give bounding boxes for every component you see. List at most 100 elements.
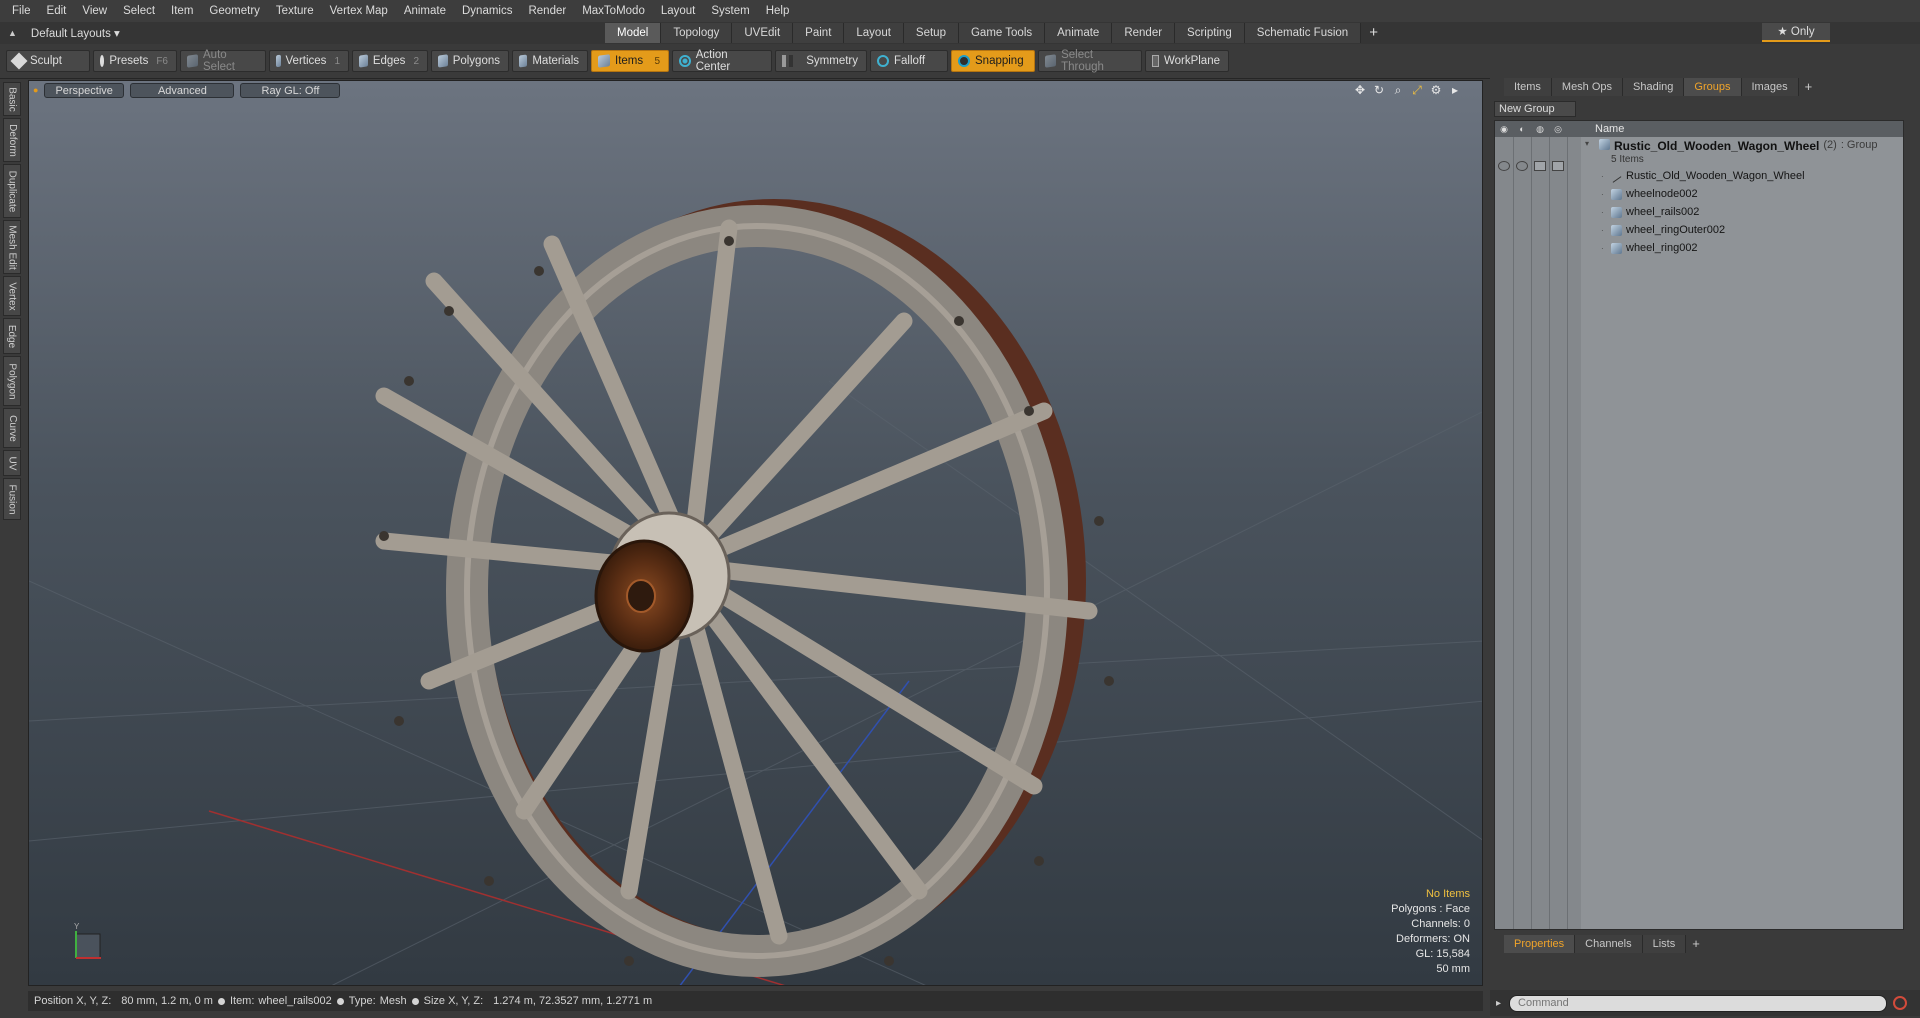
lock-column-icon[interactable]: ◍ bbox=[1531, 122, 1549, 136]
group-item-count: 5 Items bbox=[1611, 154, 1644, 165]
tab-uvedit[interactable]: UVEdit bbox=[732, 23, 794, 43]
group-row[interactable]: ▾ Rustic_Old_Wooden_Wagon_Wheel (2) : Gr… bbox=[1581, 137, 1903, 167]
expand-arrow-icon[interactable]: ▾ bbox=[1585, 139, 1595, 148]
name-column-header[interactable]: Name bbox=[1595, 123, 1624, 135]
left-tab-uv[interactable]: UV bbox=[3, 450, 21, 476]
tab-game-tools[interactable]: Game Tools bbox=[958, 23, 1046, 43]
shading-mode-button[interactable]: Advanced bbox=[130, 82, 235, 98]
viewport-menu-icon[interactable]: ● bbox=[33, 85, 38, 95]
tree-item-locator[interactable]: · Rustic_Old_Wooden_Wagon_Wheel bbox=[1581, 167, 1903, 185]
tab-scripting[interactable]: Scripting bbox=[1175, 23, 1245, 43]
tab-shading[interactable]: Shading bbox=[1623, 78, 1685, 96]
menu-help[interactable]: Help bbox=[758, 0, 798, 22]
tab-items[interactable]: Items bbox=[1504, 78, 1552, 96]
render-column-icon[interactable]: ◐ bbox=[1513, 122, 1531, 136]
tab-images[interactable]: Images bbox=[1741, 78, 1799, 96]
menu-dynamics[interactable]: Dynamics bbox=[454, 0, 520, 22]
pan-icon[interactable]: ✥ bbox=[1353, 83, 1367, 97]
sculpt-button[interactable]: Sculpt bbox=[6, 50, 90, 72]
menu-file[interactable]: File bbox=[4, 0, 39, 22]
tree-item-mesh[interactable]: · wheelnode002 bbox=[1581, 185, 1903, 203]
menu-view[interactable]: View bbox=[74, 0, 115, 22]
tab-model[interactable]: Model bbox=[605, 23, 662, 43]
add-tab-icon[interactable]: + bbox=[1361, 23, 1386, 43]
group-lock-checkbox[interactable] bbox=[1534, 161, 1546, 171]
left-tab-vertex[interactable]: Vertex bbox=[3, 276, 21, 316]
viewport-expand-icon[interactable]: ▸ bbox=[1448, 83, 1462, 97]
tree-item-mesh[interactable]: · wheel_ring002 bbox=[1581, 239, 1903, 257]
tree-item-mesh[interactable]: · wheel_rails002 bbox=[1581, 203, 1903, 221]
view-mode-button[interactable]: Perspective bbox=[44, 82, 125, 98]
tab-paint[interactable]: Paint bbox=[793, 23, 845, 43]
tab-properties[interactable]: Properties bbox=[1504, 935, 1576, 953]
ray-gl-button[interactable]: Ray GL: Off bbox=[240, 82, 341, 98]
tab-channels[interactable]: Channels bbox=[1575, 935, 1643, 953]
left-tab-fusion[interactable]: Fusion bbox=[3, 478, 21, 520]
menu-system[interactable]: System bbox=[703, 0, 757, 22]
new-group-button[interactable]: New Group bbox=[1494, 101, 1576, 117]
tab-lists[interactable]: Lists bbox=[1642, 935, 1687, 953]
zoom-icon[interactable]: ⌕ bbox=[1391, 83, 1405, 97]
tab-schematic-fusion[interactable]: Schematic Fusion bbox=[1244, 23, 1362, 43]
tree-item-mesh[interactable]: · wheel_ringOuter002 bbox=[1581, 221, 1903, 239]
group-render-icon[interactable] bbox=[1516, 161, 1528, 171]
only-button[interactable]: ★ Only bbox=[1762, 23, 1830, 42]
menu-layout[interactable]: Layout bbox=[653, 0, 704, 22]
record-macro-icon[interactable] bbox=[1893, 996, 1908, 1010]
menu-geometry[interactable]: Geometry bbox=[201, 0, 268, 22]
polygons-button[interactable]: Polygons bbox=[431, 50, 509, 72]
left-tab-mesh-edit[interactable]: Mesh Edit bbox=[3, 220, 21, 274]
menu-maxtomodo[interactable]: MaxToModo bbox=[574, 0, 653, 22]
menu-vertex-map[interactable]: Vertex Map bbox=[322, 0, 396, 22]
workplane-button[interactable]: WorkPlane bbox=[1145, 50, 1229, 72]
group-visibility-eye-icon[interactable] bbox=[1498, 161, 1510, 171]
menu-texture[interactable]: Texture bbox=[268, 0, 322, 22]
layout-selector[interactable]: ▲ Default Layouts ▾ bbox=[0, 22, 605, 44]
tab-groups[interactable]: Groups bbox=[1684, 78, 1742, 96]
tab-animate[interactable]: Animate bbox=[1045, 23, 1113, 43]
vertices-button[interactable]: Vertices 1 bbox=[269, 50, 349, 72]
action-center-button[interactable]: Action Center bbox=[672, 49, 772, 73]
left-tab-curve[interactable]: Curve bbox=[3, 408, 21, 448]
tree-line-icon: · bbox=[1601, 171, 1604, 181]
add-properties-tab-icon[interactable]: + bbox=[1686, 935, 1706, 953]
menu-select[interactable]: Select bbox=[115, 0, 163, 22]
viewport-settings-gear-icon[interactable]: ⚙ bbox=[1429, 83, 1443, 97]
left-tab-basic[interactable]: Basic bbox=[3, 82, 21, 116]
symmetry-button[interactable]: Symmetry bbox=[775, 50, 867, 72]
edges-button[interactable]: Edges 2 bbox=[352, 50, 428, 72]
left-tab-polygon[interactable]: Polygon bbox=[3, 356, 21, 406]
tab-topology[interactable]: Topology bbox=[661, 23, 733, 43]
add-panel-tab-icon[interactable]: + bbox=[1799, 78, 1819, 96]
tab-mesh-ops[interactable]: Mesh Ops bbox=[1551, 78, 1624, 96]
command-input[interactable] bbox=[1509, 994, 1888, 1012]
snapping-button[interactable]: Snapping bbox=[951, 50, 1035, 72]
3d-viewport[interactable]: Y ● Perspective Advanced Ray GL: Off ✥ ↻… bbox=[28, 80, 1483, 986]
tab-render[interactable]: Render bbox=[1112, 23, 1176, 43]
menu-render[interactable]: Render bbox=[520, 0, 574, 22]
group-select-checkbox[interactable] bbox=[1552, 161, 1564, 171]
left-tab-duplicate[interactable]: Duplicate bbox=[3, 164, 21, 218]
falloff-button[interactable]: Falloff bbox=[870, 50, 948, 72]
collapse-arrow-icon[interactable]: ▲ bbox=[8, 28, 17, 38]
menu-animate[interactable]: Animate bbox=[396, 0, 454, 22]
tab-setup[interactable]: Setup bbox=[903, 23, 959, 43]
select-column-icon[interactable]: ◎ bbox=[1549, 122, 1567, 136]
command-expand-icon[interactable]: ▸ bbox=[1496, 998, 1501, 1009]
menu-item[interactable]: Item bbox=[163, 0, 201, 22]
sculpt-label: Sculpt bbox=[30, 55, 62, 67]
rotate-icon[interactable]: ↻ bbox=[1372, 83, 1386, 97]
menu-edit[interactable]: Edit bbox=[39, 0, 75, 22]
left-tab-edge[interactable]: Edge bbox=[3, 318, 21, 354]
left-tab-deform[interactable]: Deform bbox=[3, 118, 21, 162]
select-through-button[interactable]: Select Through bbox=[1038, 49, 1142, 73]
workplane-label: WorkPlane bbox=[1163, 55, 1220, 67]
items-icon bbox=[598, 54, 610, 68]
visibility-column-eye-icon[interactable]: ◉ bbox=[1495, 122, 1513, 136]
fit-icon[interactable]: ⤢ bbox=[1410, 83, 1424, 97]
presets-button[interactable]: Presets F6 bbox=[93, 50, 177, 72]
materials-button[interactable]: Materials bbox=[512, 50, 588, 72]
auto-select-button[interactable]: Auto Select bbox=[180, 49, 266, 73]
tab-layout[interactable]: Layout bbox=[844, 23, 904, 43]
items-button[interactable]: Items 5 bbox=[591, 50, 669, 72]
